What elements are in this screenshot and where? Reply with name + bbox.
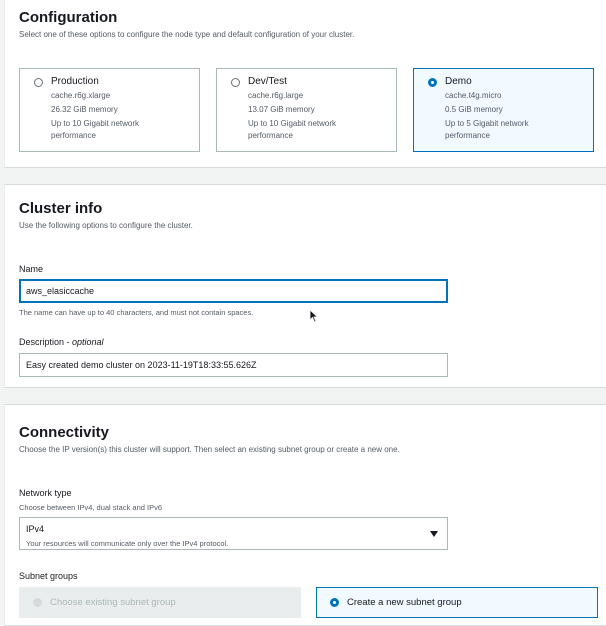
subnet-option-label: Create a new subnet group [347,597,462,608]
choose-existing-subnet-option: Choose existing subnet group [19,587,301,618]
cluster-info-panel: Cluster info Use the following options t… [4,184,606,388]
config-option-memory: 13.07 GiB memory [248,105,315,114]
config-option-memory: 0.5 GiB memory [445,105,503,114]
config-option-label: Dev/Test [248,76,287,87]
config-option-demo[interactable]: Demo cache.t4g.micro 0.5 GiB memory Up t… [413,68,594,152]
connectivity-panel: Connectivity Choose the IP version(s) th… [4,404,606,626]
configuration-title: Configuration [19,9,118,26]
caret-down-icon [430,531,438,537]
config-option-node-type: cache.t4g.micro [445,91,502,100]
config-option-network: Up to 10 Gigabit network [51,119,140,128]
network-type-value: IPv4 [26,524,45,534]
config-option-network: Up to 10 Gigabit network [248,119,337,128]
network-type-hint: Choose between IPv4, dual stack and IPv6 [19,503,163,512]
connectivity-description: Choose the IP version(s) this cluster wi… [19,445,400,454]
config-option-label: Demo [445,76,472,87]
mouse-pointer-icon [309,309,319,323]
radio-create-new[interactable] [330,598,339,607]
configuration-panel: Configuration Select one of these option… [4,0,606,168]
description-label: Description - optional [19,337,104,347]
config-option-network: Up to 5 Gigabit network [445,119,529,128]
name-input[interactable]: aws_elasiccache [19,279,448,303]
config-option-memory: 26.32 GiB memory [51,105,118,114]
cluster-info-description: Use the following options to configure t… [19,221,193,230]
subnet-option-label: Choose existing subnet group [50,597,176,608]
description-input[interactable]: Easy created demo cluster on 2023-11-19T… [19,353,448,377]
config-option-node-type: cache.r6g.large [248,91,304,100]
radio-devtest[interactable] [231,78,240,87]
radio-demo[interactable] [428,78,437,87]
connectivity-title: Connectivity [19,424,110,441]
configuration-description: Select one of these options to configure… [19,30,355,39]
config-option-network-cont: performance [248,131,293,140]
config-option-network-cont: performance [51,131,96,140]
config-option-production[interactable]: Production cache.r6g.xlarge 26.32 GiB me… [19,68,200,152]
config-option-devtest[interactable]: Dev/Test cache.r6g.large 13.07 GiB memor… [216,68,397,152]
create-new-subnet-option[interactable]: Create a new subnet group [316,587,598,618]
radio-choose-existing [33,598,42,607]
subnet-groups-label: Subnet groups [19,571,78,581]
optional-tag: optional [72,337,104,347]
cluster-info-title: Cluster info [19,200,103,217]
network-type-select[interactable]: IPv4 Your resources will communicate onl… [19,517,448,550]
network-type-label: Network type [19,488,72,498]
config-option-label: Production [51,76,99,87]
name-hint: The name can have up to 40 characters, a… [19,308,254,317]
radio-production[interactable] [34,78,43,87]
config-option-network-cont: performance [445,131,490,140]
config-option-node-type: cache.r6g.xlarge [51,91,111,100]
network-type-value-description: Your resources will communicate only ove… [26,539,229,548]
name-label: Name [19,264,44,274]
